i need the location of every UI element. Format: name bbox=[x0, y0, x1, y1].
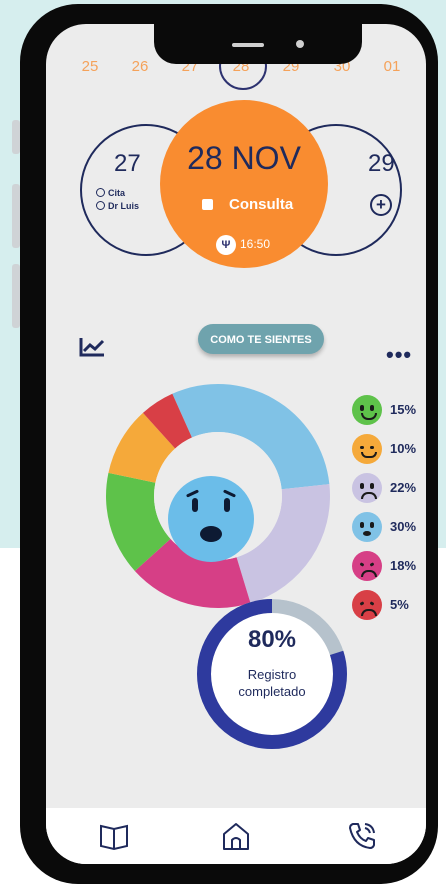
completion-percent: 80% bbox=[247, 626, 297, 653]
stethoscope-icon: Ψ bbox=[216, 235, 236, 255]
phone-call-icon[interactable] bbox=[344, 818, 380, 854]
next-day-number: 29 bbox=[368, 150, 395, 177]
sad-face-icon bbox=[352, 472, 382, 503]
selected-day-card[interactable]: 28 NOV Consulta Ψ 16:50 bbox=[160, 100, 328, 268]
selected-date: 28 NOV bbox=[187, 140, 301, 176]
legend-percent: 18% bbox=[390, 558, 417, 573]
side-button-1 bbox=[12, 120, 20, 154]
mood-legend: 15% 10% 22% 30% 18% 5% bbox=[352, 390, 416, 624]
app-screen: 25 26 27 28 29 30 01 27 Cita Dr Luis 29 … bbox=[46, 24, 426, 864]
legend-percent: 30% bbox=[390, 519, 417, 534]
legend-item: 15% bbox=[352, 390, 416, 429]
speaker-bar bbox=[232, 43, 264, 47]
smiling-face-icon bbox=[352, 433, 382, 464]
legend-percent: 15% bbox=[390, 402, 417, 417]
legend-item: 22% bbox=[352, 468, 416, 507]
date-strip-day[interactable]: 26 bbox=[120, 58, 160, 75]
side-button-3 bbox=[12, 264, 20, 328]
prev-day-items: Cita Dr Luis bbox=[96, 188, 139, 214]
anxious-face-icon bbox=[352, 511, 382, 542]
how-do-you-feel-button[interactable]: COMO TE SIENTES bbox=[198, 324, 324, 354]
trend-chart-icon[interactable] bbox=[78, 336, 106, 358]
completion-label: Registro completado bbox=[238, 667, 306, 699]
prev-day-item[interactable]: Cita bbox=[96, 188, 139, 198]
legend-percent: 22% bbox=[390, 480, 417, 495]
upset-face-icon bbox=[352, 550, 382, 581]
plus-icon[interactable]: + bbox=[370, 194, 392, 216]
phone-frame: 25 26 27 28 29 30 01 27 Cita Dr Luis 29 … bbox=[20, 4, 438, 884]
more-icon[interactable]: ••• bbox=[386, 342, 412, 368]
side-button-2 bbox=[12, 184, 20, 248]
date-strip-day[interactable]: 01 bbox=[372, 58, 412, 75]
angry-face-icon bbox=[352, 589, 382, 620]
date-strip-day[interactable]: 25 bbox=[70, 58, 110, 75]
camera-dot bbox=[296, 40, 304, 48]
circle-icon bbox=[96, 201, 105, 210]
legend-item: 5% bbox=[352, 585, 416, 624]
legend-item: 18% bbox=[352, 546, 416, 585]
appointment-time: Ψ 16:50 bbox=[216, 235, 270, 255]
legend-percent: 10% bbox=[390, 441, 417, 456]
prev-day-number: 27 bbox=[114, 150, 141, 177]
event-checkbox[interactable] bbox=[202, 199, 213, 210]
event-item[interactable]: Consulta bbox=[202, 196, 293, 213]
appointment-time-label: 16:50 bbox=[240, 237, 271, 252]
legend-percent: 5% bbox=[390, 597, 409, 612]
event-label: Consulta bbox=[229, 196, 294, 213]
prev-day-item[interactable]: Dr Luis bbox=[96, 201, 139, 211]
happy-face-icon bbox=[352, 394, 382, 425]
legend-item: 30% bbox=[352, 507, 416, 546]
legend-item: 10% bbox=[352, 429, 416, 468]
anxious-face-icon bbox=[168, 476, 254, 562]
book-icon[interactable] bbox=[96, 818, 132, 854]
circle-icon bbox=[96, 188, 105, 197]
bottom-nav bbox=[46, 808, 426, 864]
home-icon[interactable] bbox=[218, 818, 254, 854]
phone-notch bbox=[154, 24, 362, 64]
